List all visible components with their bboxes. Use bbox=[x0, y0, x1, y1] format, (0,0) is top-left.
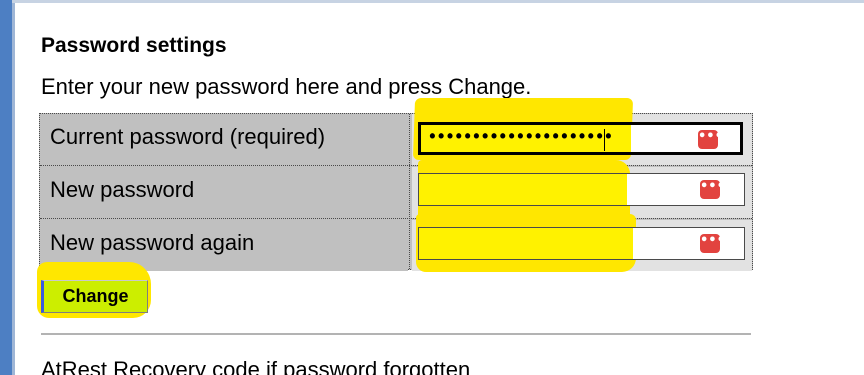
current-password-label: Current password (required) bbox=[50, 124, 326, 149]
section-description: Enter your new password here and press C… bbox=[41, 74, 532, 99]
text-caret bbox=[604, 129, 605, 151]
autofill-highlight bbox=[419, 174, 627, 205]
section-title: Password settings bbox=[41, 34, 227, 57]
window-frame-left-inner bbox=[12, 0, 15, 375]
password-manager-icon[interactable]: ••• bbox=[700, 234, 725, 253]
row-divider bbox=[40, 165, 752, 166]
new-password-input[interactable]: ••• bbox=[418, 173, 745, 206]
new-password-again-label: New password again bbox=[50, 230, 255, 255]
label-cell: New password bbox=[40, 167, 408, 218]
row-divider bbox=[40, 218, 752, 219]
recovery-section-title: AtRest Recovery code if password forgott… bbox=[41, 357, 471, 375]
column-divider bbox=[409, 114, 410, 269]
window-frame-left bbox=[0, 0, 12, 375]
change-button[interactable]: Change bbox=[41, 280, 148, 313]
section-divider bbox=[41, 333, 751, 335]
current-password-value: ••••••••••••••••••••• bbox=[427, 128, 614, 148]
new-password-label: New password bbox=[50, 177, 195, 202]
password-manager-icon[interactable]: ••• bbox=[700, 180, 725, 199]
window-frame-top bbox=[12, 0, 864, 3]
password-manager-icon[interactable]: ••• bbox=[698, 130, 723, 149]
current-password-input[interactable]: ••••••••••••••••••••• ••• bbox=[418, 122, 743, 155]
autofill-highlight bbox=[419, 228, 633, 259]
label-cell: Current password (required) bbox=[40, 114, 408, 165]
new-password-again-input[interactable]: ••• bbox=[418, 227, 745, 260]
